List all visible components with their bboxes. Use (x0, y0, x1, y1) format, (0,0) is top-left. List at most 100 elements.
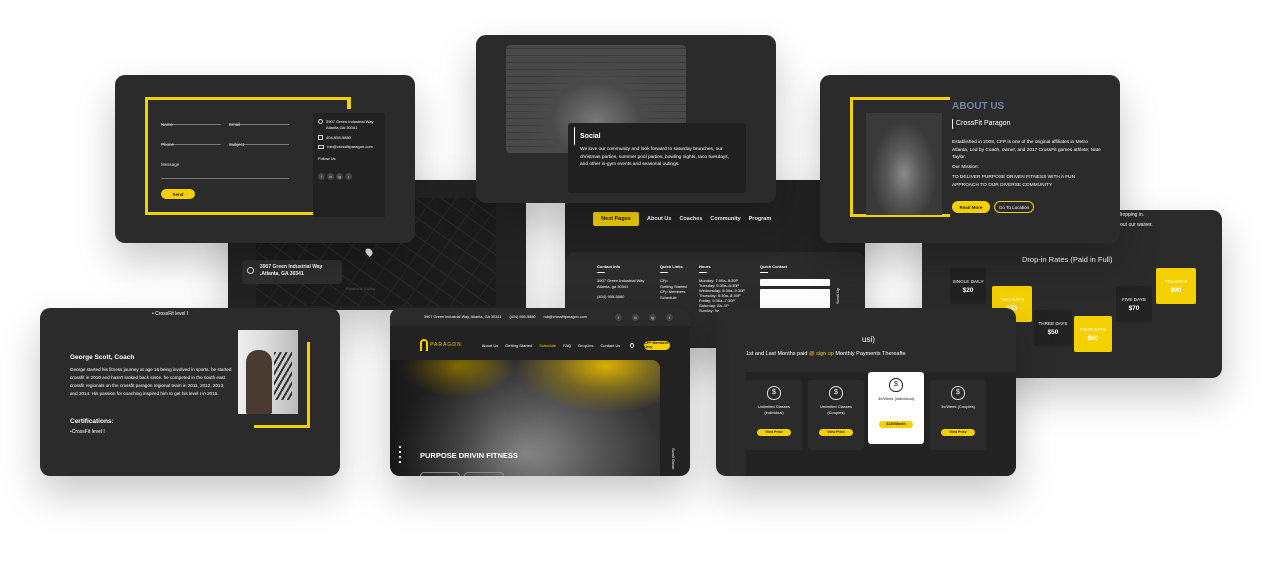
plan-card[interactable]: $ Unlimited Classes (Couples) View Price (808, 380, 864, 450)
nav-coaches[interactable]: Coaches (679, 216, 702, 222)
rate-label: THREE DAYS (1038, 320, 1068, 326)
facebook-icon[interactable]: f (665, 313, 673, 321)
topbar-phone[interactable]: (404) 555-5880 (509, 315, 535, 319)
plan-name: Unlimited Classes (Couples) (819, 404, 852, 415)
contact-address: 3907 Green Industrial Way Atlanta,GA 303… (326, 119, 374, 130)
about-subheading-bar (952, 119, 953, 129)
twitter-icon[interactable]: t (614, 313, 622, 321)
social-card: Social We love our community and look fo… (476, 35, 776, 203)
hero-button-outline-2[interactable] (464, 472, 504, 476)
scroll-down-link[interactable]: Scroll Down (671, 448, 676, 469)
instagram-icon[interactable]: ig (648, 313, 656, 321)
email-label: Email (229, 122, 241, 127)
rate-tile[interactable]: SINGLE DAILY $20 (950, 268, 986, 304)
read-more-button[interactable]: Read More (952, 201, 990, 213)
rate-tile[interactable]: THREE DAYS $50 (1034, 310, 1072, 346)
quick-message-input[interactable] (760, 288, 830, 309)
rate-tile[interactable]: TEN DAYS $90 (1156, 268, 1196, 304)
subject-label: Subject (229, 142, 245, 147)
nav-getting-started[interactable]: Getting Started (505, 343, 532, 348)
send-button[interactable]: Send (161, 189, 195, 199)
nav-program[interactable]: Program (749, 216, 772, 222)
search-icon[interactable] (630, 342, 635, 348)
contact-email[interactable]: rob@crossfitparagon.com (327, 144, 373, 150)
plan-name: 3x/Week (Couples) (941, 404, 975, 409)
subject-field[interactable]: Subject (229, 133, 289, 147)
social-links: f in ig t (318, 165, 380, 183)
email-field[interactable]: Email (229, 113, 289, 127)
about-subheading: CrossFit Paragon (956, 120, 1011, 127)
paragon-logo[interactable]: PARAGON (430, 342, 462, 348)
cert-item: •CrossFit level I (70, 429, 105, 435)
plan-card[interactable]: $ Unlimited Classes (individual) View Pric… (746, 380, 802, 450)
members-only-button[interactable]: CFP Members Only (644, 340, 670, 350)
cert-title: Certifications: (70, 418, 114, 425)
coach-bio: George started his fitness journey at ag… (70, 367, 232, 397)
pricing-heading: usi) (862, 335, 875, 344)
next-pages-button[interactable]: Next Pages (593, 212, 639, 226)
contact-form-card: Name Email Phone Subject Message Send 39… (115, 75, 415, 243)
rate-price: $50 (1047, 328, 1059, 336)
footer-links-title: Quick Links (660, 264, 683, 269)
footer-address: 3907 Green Industrial Way Atlanta, ga 30… (597, 277, 645, 289)
social-text: We love our community and look forward t… (580, 147, 730, 168)
message-field[interactable]: Message (161, 153, 289, 179)
dropin-title: Drop-in Rates (Paid in Full) (1022, 255, 1113, 264)
instagram-icon[interactable]: ig (336, 172, 343, 180)
nav-about-us[interactable]: About Us (647, 216, 671, 222)
linkedin-icon[interactable]: in (631, 313, 639, 321)
go-location-button[interactable]: Go To Location (994, 201, 1034, 213)
topbar-email[interactable]: rob@crossfitparagon.com (543, 315, 587, 319)
plan-button[interactable]: View Price (941, 428, 975, 436)
coach-photo (238, 330, 298, 414)
rate-price: $20 (962, 286, 974, 294)
money-bag-icon: $ (767, 386, 781, 400)
form-frame-right (347, 97, 351, 109)
hero-topbar: 3907 Green Industrial Way, Atlanta, GA 3… (390, 308, 690, 326)
nav-about-us[interactable]: About Us (482, 343, 498, 348)
plan-card[interactable]: $3x/Week (Couples) View Price (930, 380, 986, 450)
phone-icon (318, 134, 323, 140)
mission-label: Our Mission: (952, 165, 979, 170)
nav-community[interactable]: Community (710, 216, 740, 222)
nav-faq[interactable]: FAQ (563, 343, 571, 348)
coach-name: George Scott, Coach (70, 354, 135, 361)
nav-contact-us[interactable]: Contact Us (601, 343, 621, 348)
paragon-logo-icon[interactable] (420, 339, 429, 351)
map-address-box: 3907 Green Industrial Way ,Atlanta, GA 3… (242, 260, 342, 284)
contact-info-panel: 3907 Green Industrial Way Atlanta,GA 303… (313, 113, 385, 217)
nav-drop-ins[interactable]: Drop-ins (578, 343, 593, 348)
money-bag-icon: $ (829, 386, 843, 400)
coach-logo-art (274, 352, 292, 400)
phone-field[interactable]: Phone (161, 133, 221, 147)
plan-button[interactable]: View Price (819, 428, 853, 436)
footer-contact-col: Contact Info 3907 Green Industrial Way A… (597, 264, 655, 300)
quick-email-input[interactable] (760, 278, 830, 286)
name-field[interactable]: Name (161, 113, 221, 127)
plan-name: 3x/Week (individual) (878, 396, 914, 401)
email-icon (318, 145, 324, 150)
linkedin-icon[interactable]: in (327, 172, 334, 180)
hero-button-outline-1[interactable] (420, 472, 460, 476)
follow-label: Follow Us (318, 156, 336, 162)
location-icon (318, 119, 323, 124)
footer-hours-title: Hours (699, 264, 711, 269)
plan-button[interactable]: $130/Month (879, 420, 913, 428)
rate-tile[interactable]: FIVE DAYS $70 (1116, 286, 1152, 322)
plan-button[interactable]: View Price (757, 428, 791, 436)
nav-schedule[interactable]: Schedule (539, 343, 556, 348)
contact-phone[interactable]: 404-555-5880 (326, 135, 351, 141)
plan-card[interactable]: $3x/Week (individual) $130/Month (868, 372, 924, 444)
facebook-icon[interactable]: f (318, 172, 325, 180)
twitter-icon[interactable]: t (345, 172, 352, 180)
map-address: 3907 Green Industrial Way ,Atlanta, GA 3… (260, 264, 323, 277)
hero-navbar: PARAGON About Us Getting Started Schedul… (420, 336, 670, 354)
map-caption: Roselane Kuling (346, 286, 376, 291)
about-card: ABOUT US CrossFit Paragon Established in… (820, 75, 1120, 243)
footer-phone[interactable]: (404) 955-5880 (597, 294, 655, 300)
scroll-up-link[interactable]: Scroll Up (835, 288, 840, 304)
rate-tile[interactable]: FOUR DAYS $60 (1074, 316, 1112, 352)
sign-up-link[interactable]: @ sign up (809, 351, 834, 357)
footer-link[interactable]: Schedule (660, 295, 696, 301)
plans-row: $ Unlimited Classes (individual) View Pric… (746, 372, 1016, 476)
